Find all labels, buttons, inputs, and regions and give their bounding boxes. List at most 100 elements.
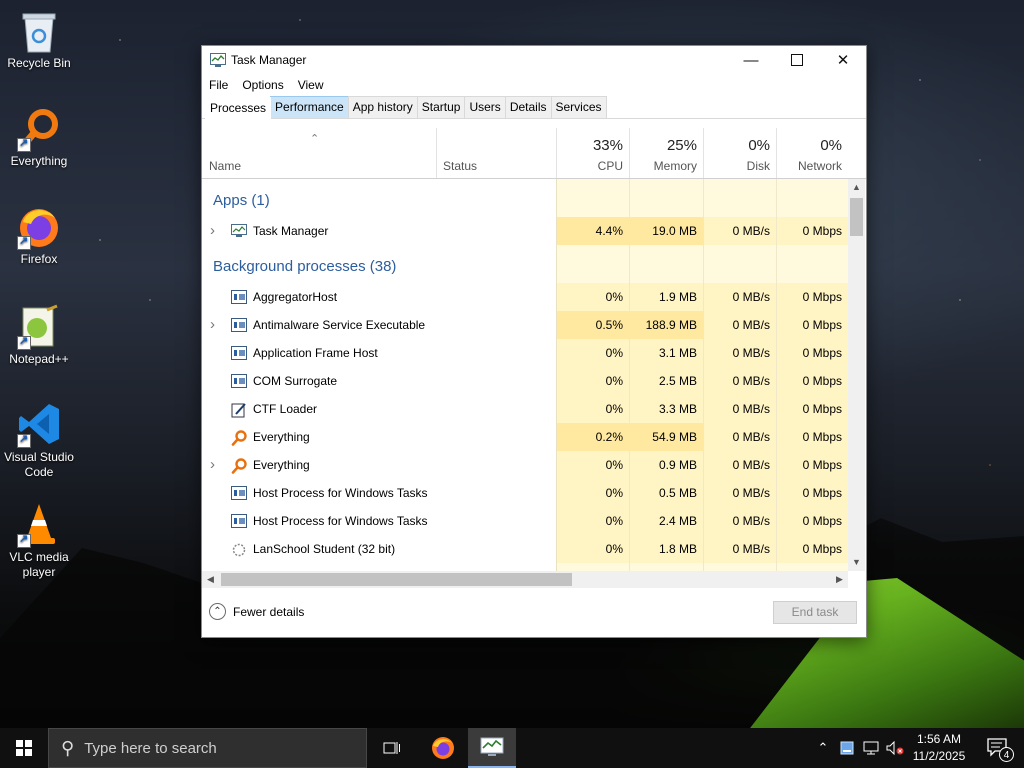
fewer-details-button[interactable]: ⌃ Fewer details bbox=[209, 603, 304, 620]
process-name: Everything bbox=[253, 430, 310, 444]
cpu-label: CPU bbox=[597, 159, 623, 173]
expand-chevron-icon[interactable]: › bbox=[210, 217, 215, 245]
taskbar-firefox[interactable] bbox=[419, 728, 467, 768]
vertical-scroll-thumb[interactable] bbox=[850, 198, 863, 236]
column-cpu[interactable]: 33% CPU bbox=[557, 128, 629, 178]
process-memory: 54.9 MB bbox=[630, 423, 703, 451]
chevron-up-icon: ⌃ bbox=[817, 740, 829, 755]
cpu-total: 33% bbox=[592, 137, 623, 154]
vertical-scrollbar[interactable]: ▲ ▼ bbox=[848, 179, 865, 571]
tab-app-history[interactable]: App history bbox=[347, 96, 418, 118]
taskbar-task-manager[interactable] bbox=[468, 728, 516, 768]
process-network: 0 Mbps bbox=[777, 535, 848, 563]
clock[interactable]: 1:56 AM 11/2/2025 bbox=[906, 731, 972, 765]
process-row[interactable]: › Task Manager 4.4% 19.0 MB 0 MB/s 0 Mbps bbox=[202, 217, 848, 245]
tray-app-icon[interactable] bbox=[837, 728, 857, 768]
task-manager-icon bbox=[480, 737, 504, 756]
network-tray-icon[interactable] bbox=[860, 728, 882, 768]
desktop-icon-vlc[interactable]: VLC media player bbox=[0, 502, 78, 580]
minimize-button[interactable]: — bbox=[728, 46, 774, 74]
menu-view[interactable]: View bbox=[298, 78, 324, 92]
process-name: Antimalware Service Executable bbox=[253, 318, 426, 332]
desktop-icon-label: Visual Studio Code bbox=[4, 450, 74, 479]
start-button[interactable] bbox=[0, 728, 48, 768]
group-header-background[interactable]: Background processes (38) bbox=[213, 258, 396, 275]
process-row[interactable]: Everything 0.2% 54.9 MB 0 MB/s 0 Mbps bbox=[202, 423, 848, 451]
process-row[interactable]: AggregatorHost 0% 1.9 MB 0 MB/s 0 Mbps bbox=[202, 283, 848, 311]
title-bar[interactable]: Task Manager — ✕ bbox=[202, 46, 866, 74]
process-row[interactable]: Host Process for Windows Tasks 0% 0.5 MB 0 … bbox=[202, 479, 848, 507]
task-view-button[interactable] bbox=[368, 728, 416, 768]
end-task-button[interactable]: End task bbox=[773, 601, 857, 624]
taskbar: ⚲ Type here to search ⌃ 1:56 AM 11/2/202… bbox=[0, 728, 1024, 768]
volume-tray-icon[interactable] bbox=[884, 728, 906, 768]
column-header-row: ⌃ Name Status 33% CPU 25% Memory 0% Disk… bbox=[202, 128, 866, 179]
process-row[interactable]: Host Process for Windows Tasks 0% 2.4 MB 0 … bbox=[202, 507, 848, 535]
task-view-icon bbox=[383, 742, 400, 754]
process-disk: 0 MB/s bbox=[704, 451, 776, 479]
desktop-icon-label: Notepad++ bbox=[9, 352, 69, 366]
process-network: 0 Mbps bbox=[777, 423, 848, 451]
tab-users[interactable]: Users bbox=[464, 96, 506, 118]
tab-details[interactable]: Details bbox=[504, 96, 552, 118]
tab-processes[interactable]: Processes bbox=[205, 97, 272, 119]
maximize-button[interactable] bbox=[774, 46, 820, 74]
process-network: 0 Mbps bbox=[777, 339, 848, 367]
notification-count-badge: 4 bbox=[999, 747, 1014, 762]
desktop-icon-recycle-bin[interactable]: Recycle Bin bbox=[0, 8, 78, 71]
scroll-left-icon[interactable]: ◀ bbox=[202, 571, 219, 588]
search-box[interactable]: ⚲ Type here to search bbox=[48, 728, 367, 768]
group-header-apps[interactable]: Apps (1) bbox=[213, 192, 270, 209]
column-memory[interactable]: 25% Memory bbox=[630, 128, 703, 178]
process-row[interactable]: LanSchool Student (32 bit) 0% 1.8 MB 0 MB/s… bbox=[202, 535, 848, 563]
process-memory: 0.5 MB bbox=[630, 479, 703, 507]
process-cpu: 0.5% bbox=[557, 311, 629, 339]
scroll-up-icon[interactable]: ▲ bbox=[848, 179, 865, 196]
desktop-icon-label: VLC media player bbox=[9, 550, 69, 579]
process-name: Application Frame Host bbox=[253, 346, 378, 360]
task-manager-window: Task Manager — ✕ File Options View Proce… bbox=[201, 45, 867, 638]
horizontal-scrollbar[interactable]: ◀ ▶ bbox=[202, 571, 848, 588]
horizontal-scroll-thumb[interactable] bbox=[221, 573, 572, 586]
disk-label: Disk bbox=[746, 159, 770, 173]
column-status-label: Status bbox=[443, 159, 478, 173]
column-status[interactable]: Status bbox=[437, 128, 556, 178]
expand-chevron-icon[interactable]: › bbox=[210, 451, 215, 479]
process-network: 0 Mbps bbox=[777, 217, 848, 245]
lanschool-icon bbox=[231, 542, 247, 557]
desktop-icon-firefox[interactable]: Firefox bbox=[0, 204, 78, 267]
menu-file[interactable]: File bbox=[209, 78, 228, 92]
close-button[interactable]: ✕ bbox=[820, 46, 866, 74]
process-disk: 0 MB/s bbox=[704, 339, 776, 367]
column-disk[interactable]: 0% Disk bbox=[704, 128, 776, 178]
ctf-loader-icon bbox=[231, 402, 247, 418]
action-center-button[interactable]: 4 bbox=[978, 728, 1018, 768]
desktop-icon-notepad-plus-plus[interactable]: Notepad++ bbox=[0, 304, 78, 367]
windows-logo-icon bbox=[16, 740, 32, 756]
close-icon: ✕ bbox=[836, 52, 850, 69]
process-memory: 188.9 MB bbox=[630, 311, 703, 339]
scroll-down-icon[interactable]: ▼ bbox=[848, 554, 865, 571]
process-network: 0 Mbps bbox=[777, 507, 848, 535]
show-hidden-icons-button[interactable]: ⌃ bbox=[813, 728, 833, 768]
process-row[interactable]: CTF Loader 0% 3.3 MB 0 MB/s 0 Mbps bbox=[202, 395, 848, 423]
tab-startup[interactable]: Startup bbox=[416, 96, 466, 118]
process-network: 0 Mbps bbox=[777, 395, 848, 423]
process-row[interactable]: › Antimalware Service Executable 0.5% 188.9… bbox=[202, 311, 848, 339]
scroll-right-icon[interactable]: ▶ bbox=[831, 571, 848, 588]
process-row[interactable]: Application Frame Host 0% 3.1 MB 0 MB/s 0 Mb… bbox=[202, 339, 848, 367]
process-row[interactable]: COM Surrogate 0% 2.5 MB 0 MB/s 0 Mbps bbox=[202, 367, 848, 395]
shortcut-arrow-icon bbox=[17, 136, 31, 152]
expand-chevron-icon[interactable]: › bbox=[210, 311, 215, 339]
process-row[interactable]: › Everything 0% 0.9 MB 0 MB/s 0 Mbps bbox=[202, 451, 848, 479]
process-disk: 0 MB/s bbox=[704, 423, 776, 451]
menu-options[interactable]: Options bbox=[242, 78, 283, 92]
desktop-icon-everything[interactable]: Everything bbox=[0, 106, 78, 169]
column-name[interactable]: Name bbox=[202, 128, 436, 178]
desktop-icon-vscode[interactable]: Visual Studio Code bbox=[0, 402, 78, 480]
process-name: LanSchool Student (32 bit) bbox=[253, 542, 396, 556]
tab-services[interactable]: Services bbox=[550, 96, 607, 118]
task-manager-icon bbox=[210, 53, 226, 67]
column-network[interactable]: 0% Network bbox=[777, 128, 848, 178]
tab-performance[interactable]: Performance bbox=[270, 96, 349, 118]
